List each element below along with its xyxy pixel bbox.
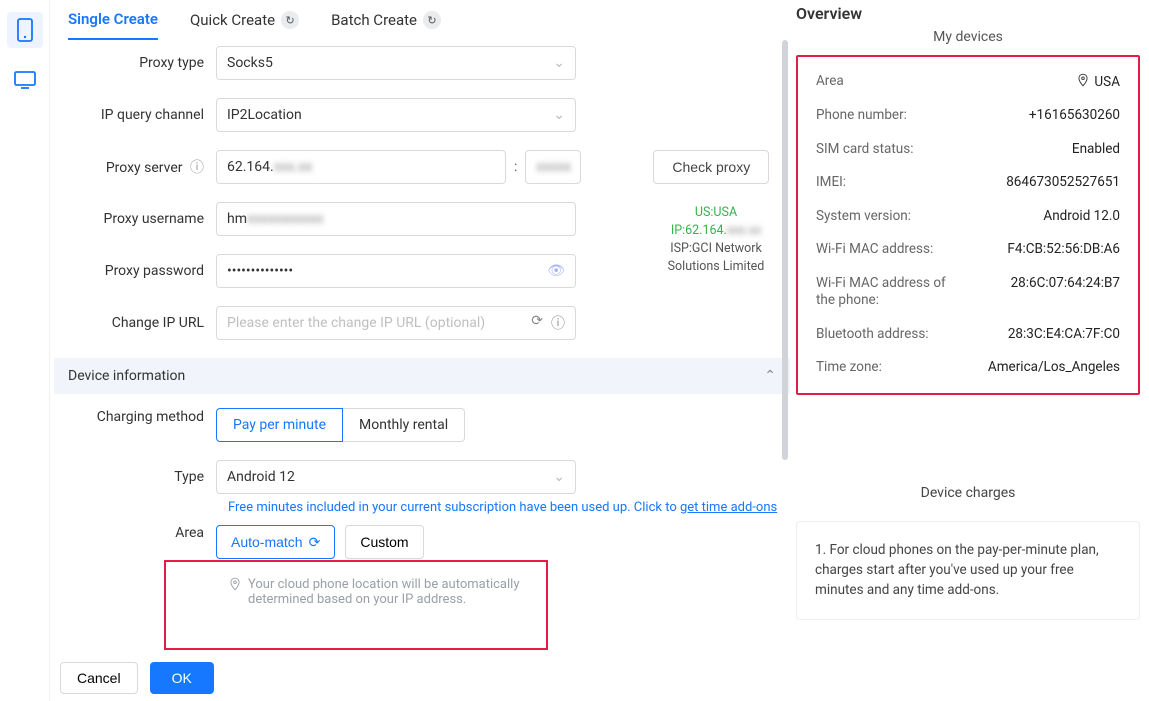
label-change-ip-url: Change IP URL bbox=[54, 315, 216, 331]
ip-query-select[interactable]: IP2Location ⌄ bbox=[216, 98, 576, 132]
left-sidebar bbox=[0, 0, 50, 701]
ov-wifip-value: 28:6C:07:64:24:B7 bbox=[1011, 275, 1120, 310]
ov-sys-value: Android 12.0 bbox=[1043, 208, 1120, 226]
proxy-type-select[interactable]: Socks5 ⌄ bbox=[216, 46, 576, 80]
label-proxy-username: Proxy username bbox=[54, 211, 216, 227]
sidebar-monitor-icon[interactable] bbox=[7, 62, 43, 98]
ov-bt-label: Bluetooth address: bbox=[816, 326, 929, 344]
device-type-value: Android 12 bbox=[227, 469, 295, 485]
ov-wifi-label: Wi-Fi MAC address: bbox=[816, 241, 933, 259]
label-proxy-server: Proxy server ⓘ bbox=[54, 157, 216, 177]
proxy-result-isp: ISP:GCI Network Solutions Limited bbox=[650, 240, 782, 276]
sidebar-phone-icon[interactable] bbox=[7, 12, 43, 48]
vertical-scrollbar[interactable] bbox=[782, 40, 788, 460]
label-ip-query: IP query channel bbox=[54, 107, 216, 123]
tab-batch-label: Batch Create bbox=[331, 11, 417, 29]
auto-match-note: Your cloud phone location will be automa… bbox=[228, 577, 568, 607]
tab-quick-badge-icon: ↻ bbox=[281, 11, 299, 29]
ov-phone-label: Phone number: bbox=[816, 107, 907, 125]
proxy-port-input[interactable]: xxxxx bbox=[525, 150, 581, 184]
label-proxy-type: Proxy type bbox=[54, 55, 216, 71]
ov-area-label: Area bbox=[816, 73, 844, 91]
change-ip-url-input[interactable]: Please enter the change IP URL (optional… bbox=[216, 306, 576, 340]
device-type-select[interactable]: Android 12 ⌄ bbox=[216, 460, 576, 494]
device-info-section[interactable]: Device information ⌃ bbox=[54, 358, 790, 394]
tab-single-create[interactable]: Single Create bbox=[68, 10, 158, 40]
ov-area-value: USA bbox=[1094, 74, 1120, 90]
tab-quick-create[interactable]: Quick Create ↻ bbox=[190, 10, 299, 40]
chevron-down-icon: ⌄ bbox=[553, 55, 565, 71]
custom-area-button[interactable]: Custom bbox=[345, 525, 423, 559]
device-charges-item: 1. For cloud phones on the pay-per-minut… bbox=[815, 540, 1121, 601]
monthly-rental-button[interactable]: Monthly rental bbox=[343, 408, 465, 442]
ov-phone-value: +16165630260 bbox=[1029, 107, 1120, 125]
auto-match-button[interactable]: Auto-match ⟳ bbox=[216, 525, 335, 559]
label-proxy-password: Proxy password bbox=[54, 263, 216, 279]
ok-button[interactable]: OK bbox=[150, 662, 214, 694]
check-proxy-button[interactable]: Check proxy bbox=[653, 150, 769, 184]
help-icon[interactable]: ⓘ bbox=[190, 160, 204, 176]
label-area: Area bbox=[54, 525, 216, 541]
ov-imei-value: 864673052527651 bbox=[1006, 174, 1120, 192]
location-icon bbox=[1076, 73, 1090, 91]
chevron-down-icon: ⌄ bbox=[553, 107, 565, 123]
proxy-password-value: •••••••••••••• bbox=[227, 263, 293, 279]
ov-sim-value: Enabled bbox=[1072, 141, 1120, 159]
info-icon[interactable]: ⓘ bbox=[551, 313, 565, 333]
tab-quick-label: Quick Create bbox=[190, 11, 275, 29]
footer-actions: Cancel OK bbox=[50, 655, 214, 701]
ov-wifi-value: F4:CB:52:56:DB:A6 bbox=[1007, 241, 1120, 259]
eye-icon[interactable]: 👁 bbox=[547, 263, 565, 279]
host-port-separator: : bbox=[510, 159, 521, 175]
create-tabs: Single Create Quick Create ↻ Batch Create… bbox=[54, 0, 790, 40]
refresh-icon: ⟳ bbox=[309, 534, 321, 551]
proxy-password-input[interactable]: •••••••••••••• 👁 bbox=[216, 254, 576, 288]
ov-sim-label: SIM card status: bbox=[816, 141, 913, 159]
free-minutes-note: Free minutes included in your current su… bbox=[228, 500, 790, 515]
device-overview-card: Area USA Phone number: +16165630260 SIM c… bbox=[796, 55, 1140, 395]
overview-subtitle: My devices bbox=[796, 29, 1140, 45]
tab-batch-badge-icon: ↻ bbox=[423, 11, 441, 29]
proxy-type-value: Socks5 bbox=[227, 55, 273, 71]
pay-per-minute-button[interactable]: Pay per minute bbox=[216, 408, 343, 442]
form-area: Proxy type Socks5 ⌄ IP query channel IP2… bbox=[54, 40, 790, 607]
proxy-host-input[interactable]: 62.164.xxx.xx bbox=[216, 150, 506, 184]
device-info-title: Device information bbox=[68, 368, 185, 384]
tab-batch-create[interactable]: Batch Create ↻ bbox=[331, 10, 441, 40]
proxy-check-result: US:USA IP:62.164.xxx.xx ISP:GCI Network … bbox=[650, 204, 782, 276]
label-type: Type bbox=[54, 469, 216, 485]
ip-query-value: IP2Location bbox=[227, 107, 302, 123]
overview-title: Overview bbox=[796, 4, 1140, 23]
charging-method-group: Pay per minute Monthly rental bbox=[216, 408, 465, 442]
change-ip-url-placeholder: Please enter the change IP URL (optional… bbox=[227, 315, 485, 331]
device-charges-title: Device charges bbox=[796, 485, 1140, 501]
refresh-icon[interactable]: ⟳ bbox=[531, 313, 543, 333]
proxy-result-country: US:USA bbox=[650, 204, 782, 222]
get-time-addons-link[interactable]: get time add-ons bbox=[680, 500, 777, 515]
ov-bt-value: 28:3C:E4:CA:7F:C0 bbox=[1008, 326, 1120, 344]
ov-wifip-label: Wi-Fi MAC address of the phone: bbox=[816, 275, 956, 310]
ov-tz-value: America/Los_Angeles bbox=[988, 359, 1120, 377]
tab-single-label: Single Create bbox=[68, 10, 158, 28]
overview-panel: Overview My devices Area USA Phone numbe… bbox=[796, 4, 1140, 620]
label-charging-method: Charging method bbox=[54, 408, 216, 426]
ov-tz-label: Time zone: bbox=[816, 359, 882, 377]
ov-imei-label: IMEI: bbox=[816, 174, 846, 192]
main-panel: Single Create Quick Create ↻ Batch Create… bbox=[50, 0, 790, 660]
location-icon bbox=[228, 577, 242, 595]
chevron-up-icon: ⌃ bbox=[764, 368, 776, 384]
cancel-button[interactable]: Cancel bbox=[60, 662, 138, 694]
chevron-down-icon: ⌄ bbox=[553, 469, 565, 485]
device-charges-card: 1. For cloud phones on the pay-per-minut… bbox=[796, 521, 1140, 620]
proxy-username-input[interactable]: hmxxxxxxxxxxx bbox=[216, 202, 576, 236]
ov-sys-label: System version: bbox=[816, 208, 911, 226]
